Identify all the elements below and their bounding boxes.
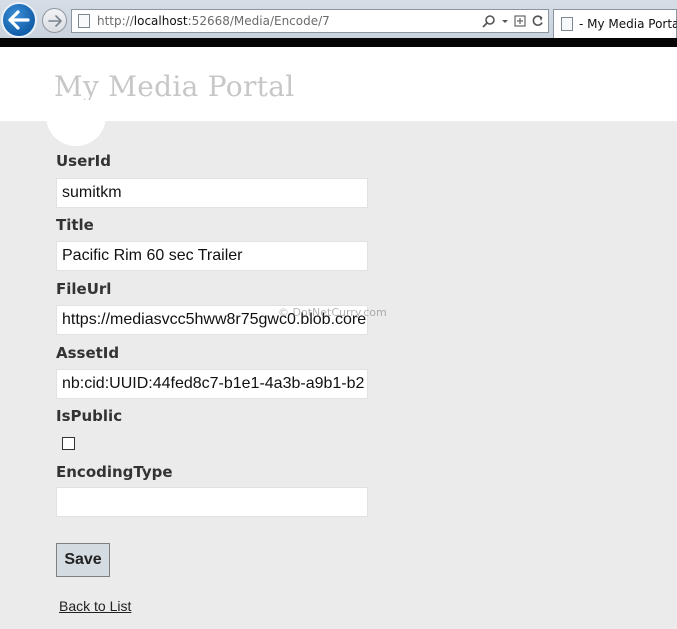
back-button[interactable] [1, 2, 37, 38]
field-encodingtype: EncodingType [56, 461, 368, 517]
forward-arrow-icon [47, 14, 62, 27]
tab-title: - My Media Portal [579, 17, 677, 31]
fileurl-label: FileUrl [56, 280, 112, 298]
url-text[interactable]: http://localhost:52668/Media/Encode/7 [97, 14, 330, 28]
encodingtype-input[interactable] [56, 487, 368, 517]
save-button[interactable]: Save [56, 543, 110, 577]
browser-toolbar: http://localhost:52668/Media/Encode/7 - … [0, 0, 677, 38]
title-input[interactable]: Pacific Rim 60 sec Trailer [56, 241, 368, 271]
watermark: © DotNetCurry.com [278, 306, 387, 319]
userid-label: UserId [56, 152, 111, 170]
field-userid: UserId sumitkm [56, 150, 368, 208]
assetid-input[interactable]: nb:cid:UUID:44fed8c7-b1e1-4a3b-a9b1-b2 [56, 369, 368, 399]
toolbar-separator [0, 38, 677, 47]
tab-page-icon [561, 17, 573, 31]
compatibility-icon[interactable] [514, 14, 526, 28]
header-decoration [46, 100, 106, 146]
ispublic-label: IsPublic [56, 407, 123, 425]
search-icon[interactable] [482, 14, 496, 28]
browser-tab[interactable]: - My Media Portal [553, 9, 677, 38]
address-bar[interactable]: http://localhost:52668/Media/Encode/7 [71, 9, 549, 33]
userid-input[interactable]: sumitkm [56, 178, 368, 208]
field-ispublic: IsPublic [56, 405, 122, 427]
back-arrow-icon [8, 10, 30, 30]
encodingtype-label: EncodingType [56, 463, 173, 481]
site-title[interactable]: My Media Portal [54, 70, 294, 103]
field-assetid: AssetId nb:cid:UUID:44fed8c7-b1e1-4a3b-a… [56, 342, 368, 399]
back-to-list-link[interactable]: Back to List [59, 598, 131, 614]
ispublic-checkbox[interactable] [62, 437, 75, 450]
dropdown-icon[interactable] [501, 14, 509, 28]
title-label: Title [56, 216, 94, 234]
assetid-label: AssetId [56, 344, 120, 362]
page-icon [78, 14, 90, 28]
field-title: Title Pacific Rim 60 sec Trailer [56, 214, 368, 271]
forward-button[interactable] [42, 8, 67, 33]
refresh-icon[interactable] [531, 14, 544, 28]
